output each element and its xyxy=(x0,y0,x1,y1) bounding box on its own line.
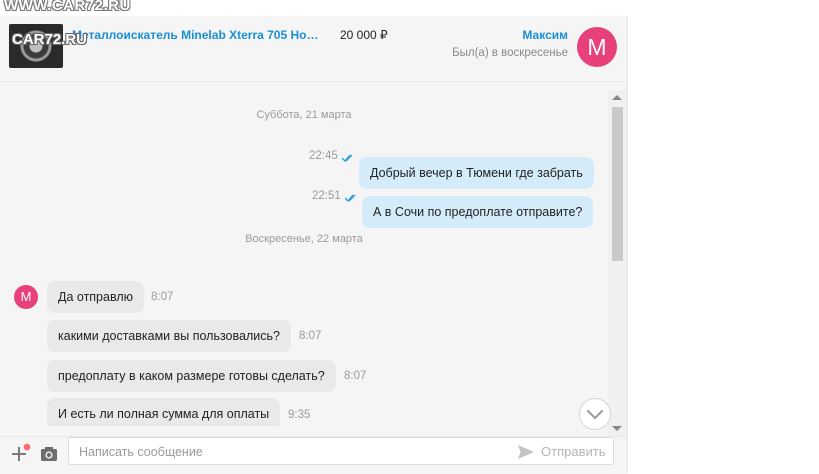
scroll-to-bottom-button[interactable] xyxy=(579,398,611,430)
user-name-link[interactable]: Максим xyxy=(522,28,568,42)
scroll-down-arrow-icon[interactable] xyxy=(612,426,622,431)
message-input-box[interactable]: Отправить xyxy=(68,437,614,465)
message-composer: Отправить xyxy=(0,436,627,474)
user-last-seen: Был(а) в воскресенье xyxy=(452,47,568,59)
incoming-message[interactable]: Да отправлю xyxy=(47,281,144,313)
incoming-message[interactable]: какими доставками вы пользовались? xyxy=(47,320,291,352)
message-input[interactable] xyxy=(77,442,501,462)
send-icon[interactable] xyxy=(517,444,535,460)
message-time: 8:07 xyxy=(299,330,322,342)
chevron-down-icon xyxy=(587,410,603,419)
scrollbar-thumb[interactable] xyxy=(612,107,623,261)
chat-header: CAR72.RU Металлоискатель Minelab Xterra … xyxy=(0,16,627,82)
day-separator: Суббота, 21 марта xyxy=(256,109,352,121)
scroll-up-arrow-icon[interactable] xyxy=(612,95,622,100)
product-price: 20 000 ₽ xyxy=(340,28,388,42)
chat-window: CAR72.RU Металлоискатель Minelab Xterra … xyxy=(0,16,628,474)
outgoing-message[interactable]: Добрый вечер в Тюмени где забрать xyxy=(359,157,594,189)
message-time: 22:51 xyxy=(312,190,341,202)
message-time: 8:07 xyxy=(344,370,367,382)
message-time: 9:35 xyxy=(288,409,311,421)
message-scrollbar[interactable] xyxy=(608,90,627,436)
double-check-icon xyxy=(344,194,356,202)
sender-avatar[interactable]: M xyxy=(14,285,38,309)
day-separator: Воскресенье, 22 марта xyxy=(245,233,363,245)
double-check-icon xyxy=(341,154,353,162)
message-list: Суббота, 21 марта 22:45 Добрый вечер в Т… xyxy=(0,90,608,426)
product-title-link[interactable]: Металлоискатель Minelab Xterra 705 Нов… xyxy=(72,28,324,42)
camera-icon[interactable] xyxy=(39,444,59,464)
message-time: 22:45 xyxy=(309,150,338,162)
plus-icon[interactable] xyxy=(10,443,34,467)
send-button[interactable]: Отправить xyxy=(541,444,605,459)
site-watermark: WWW.CAR72.RU xyxy=(4,0,131,14)
outgoing-message[interactable]: А в Сочи по предоплате отправите? xyxy=(362,196,594,228)
incoming-message[interactable]: И есть ли полная сумма для оплаты xyxy=(47,398,281,426)
message-time: 8:07 xyxy=(151,291,174,303)
thumbnail-watermark: CAR72.RU xyxy=(12,31,88,48)
user-avatar[interactable]: M xyxy=(577,27,617,67)
incoming-message[interactable]: предоплату в каком размере готовы сделат… xyxy=(47,360,336,392)
